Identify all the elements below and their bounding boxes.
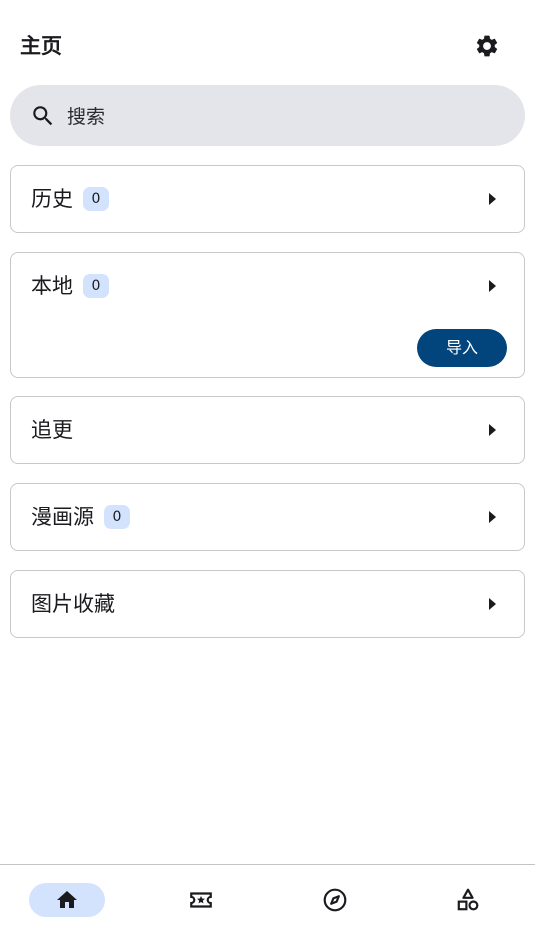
arrow-right-icon bbox=[489, 598, 496, 610]
nav-home[interactable] bbox=[29, 883, 105, 917]
page-title: 主页 bbox=[20, 34, 62, 58]
history-label: 历史 bbox=[31, 187, 73, 211]
settings-button[interactable] bbox=[467, 26, 507, 66]
local-card[interactable]: 本地 0 导入 bbox=[10, 252, 525, 378]
search-placeholder: 搜索 bbox=[67, 106, 106, 128]
image-favorites-label: 图片收藏 bbox=[31, 592, 115, 616]
comic-sources-count-badge: 0 bbox=[104, 505, 130, 529]
comic-sources-row[interactable]: 漫画源 0 bbox=[11, 484, 524, 550]
image-favorites-row[interactable]: 图片收藏 bbox=[11, 571, 524, 637]
arrow-right-icon bbox=[489, 424, 496, 436]
search-bar[interactable]: 搜索 bbox=[10, 85, 525, 146]
compass-icon bbox=[323, 888, 347, 912]
local-count-badge: 0 bbox=[83, 274, 109, 298]
follow-updates-label: 追更 bbox=[31, 418, 73, 442]
local-row[interactable]: 本地 0 bbox=[11, 253, 524, 319]
follow-updates-card[interactable]: 追更 bbox=[10, 396, 525, 464]
history-card[interactable]: 历史 0 bbox=[10, 165, 525, 233]
arrow-right-icon bbox=[489, 193, 496, 205]
nav-categories[interactable] bbox=[430, 883, 506, 917]
home-icon bbox=[57, 891, 77, 908]
arrow-right-icon bbox=[489, 280, 496, 292]
bottom-navigation-bar bbox=[0, 864, 535, 951]
arrow-right-icon bbox=[489, 511, 496, 523]
gear-icon bbox=[476, 35, 498, 57]
history-count-badge: 0 bbox=[83, 187, 109, 211]
nav-explore[interactable] bbox=[297, 883, 373, 917]
categories-shapes-icon bbox=[457, 888, 479, 911]
ticket-star-icon bbox=[190, 892, 212, 908]
local-label: 本地 bbox=[31, 274, 73, 298]
history-row[interactable]: 历史 0 bbox=[11, 166, 524, 232]
home-page: 主页 搜索 历史 0 本地 0 导入 追更 漫画源 0 图片收藏 bbox=[0, 0, 535, 951]
image-favorites-card[interactable]: 图片收藏 bbox=[10, 570, 525, 638]
import-button[interactable]: 导入 bbox=[417, 329, 507, 367]
nav-favorites[interactable] bbox=[163, 883, 239, 917]
search-icon bbox=[30, 103, 56, 129]
comic-sources-label: 漫画源 bbox=[31, 505, 94, 529]
follow-updates-row[interactable]: 追更 bbox=[11, 397, 524, 463]
app-header: 主页 bbox=[0, 18, 535, 74]
comic-sources-card[interactable]: 漫画源 0 bbox=[10, 483, 525, 551]
